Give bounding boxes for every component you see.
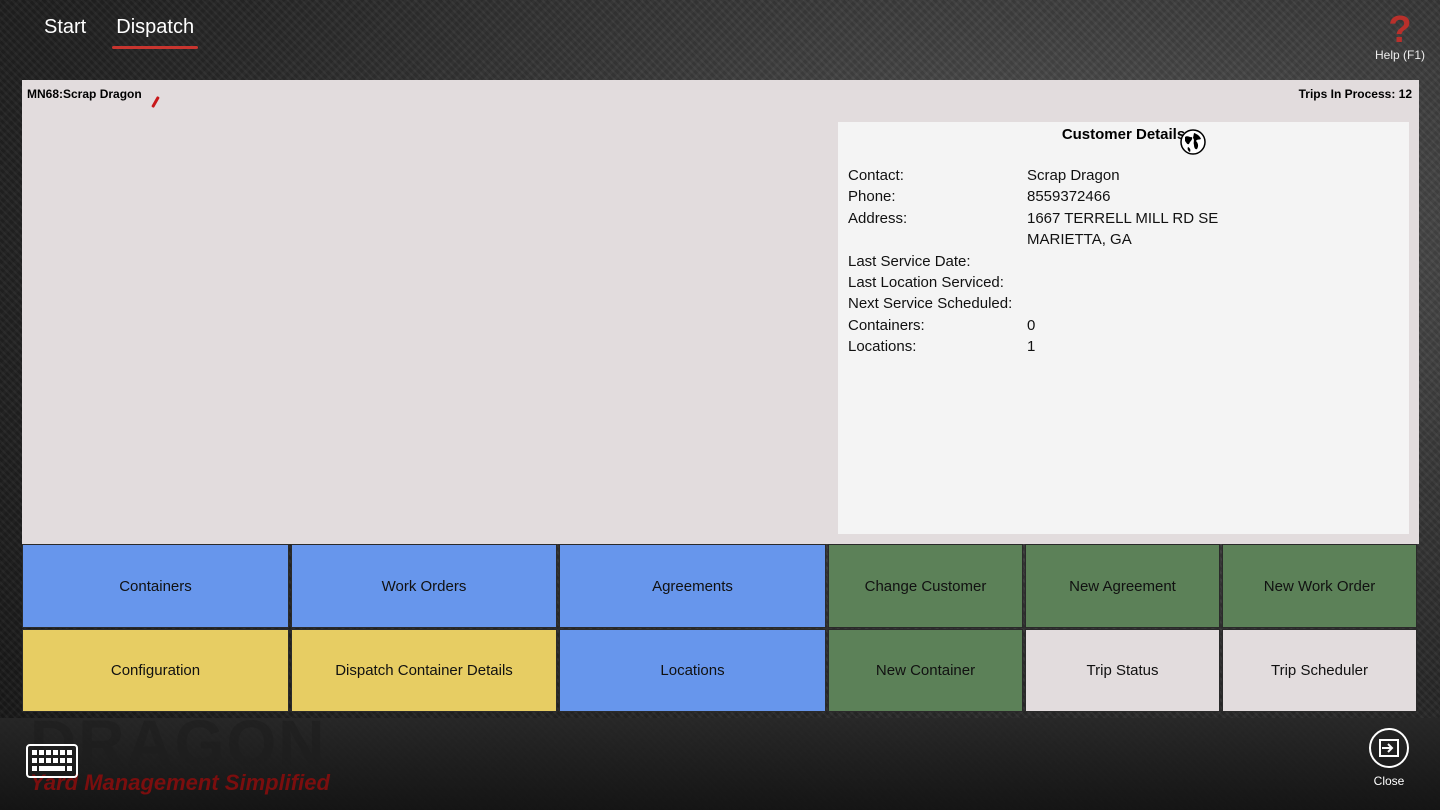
help-button[interactable]: ? Help (F1): [1374, 9, 1426, 62]
detail-row-address: Address: 1667 TERRELL MILL RD SE: [848, 208, 1218, 229]
trip-status-button[interactable]: Trip Status: [1025, 629, 1220, 712]
detail-value: Scrap Dragon: [1027, 167, 1120, 184]
detail-label: Phone:: [848, 188, 896, 206]
detail-label: [848, 229, 1027, 250]
detail-value: 8559372466: [1027, 188, 1111, 206]
customer-details-card: Customer Details Contact: Scrap Dragon P…: [838, 122, 1409, 534]
detail-value: 1: [1027, 338, 1036, 356]
detail-label: Contact:: [848, 167, 904, 184]
globe-icon[interactable]: [1180, 129, 1206, 155]
containers-button[interactable]: Containers: [22, 544, 289, 628]
bottom-bar: [0, 718, 1440, 810]
detail-row-containers: Containers: 0: [848, 315, 1218, 336]
detail-row-last-service-date: Last Service Date:: [848, 251, 1218, 272]
detail-row-contact: Contact: Scrap Dragon: [848, 165, 1218, 186]
help-question-icon: ?: [1388, 9, 1412, 51]
detail-row-locations: Locations: 1: [848, 336, 1218, 357]
trip-scheduler-button[interactable]: Trip Scheduler: [1222, 629, 1417, 712]
new-agreement-button[interactable]: New Agreement: [1025, 544, 1220, 628]
detail-row-phone: Phone: 8559372466: [848, 186, 1218, 207]
customer-name: MN68:Scrap Dragon: [27, 87, 142, 101]
tab-dispatch[interactable]: Dispatch: [112, 16, 198, 49]
action-tiles: Containers Work Orders Agreements Change…: [22, 544, 1418, 712]
detail-label: Locations:: [848, 338, 917, 356]
trips-in-process: Trips In Process: 12: [1298, 87, 1412, 101]
change-customer-button[interactable]: Change Customer: [828, 544, 1023, 628]
tab-start[interactable]: Start: [44, 16, 86, 47]
new-container-button[interactable]: New Container: [828, 629, 1023, 712]
dispatch-container-details-button[interactable]: Dispatch Container Details: [291, 629, 557, 712]
detail-value: MARIETTA, GA: [1027, 231, 1132, 249]
dispatch-panel: MN68:Scrap Dragon Trips In Process: 12 C…: [22, 80, 1419, 544]
new-work-order-button[interactable]: New Work Order: [1222, 544, 1417, 628]
work-orders-button[interactable]: Work Orders: [291, 544, 557, 628]
help-label: Help (F1): [1374, 48, 1425, 62]
locations-button[interactable]: Locations: [559, 629, 826, 712]
detail-row-next-service: Next Service Scheduled:: [848, 293, 1218, 314]
close-button[interactable]: Close: [1366, 728, 1412, 788]
close-label: Close: [1373, 774, 1405, 788]
detail-label: Address:: [848, 209, 908, 227]
keyboard-icon[interactable]: [26, 744, 78, 778]
detail-value: 1667 TERRELL MILL RD SE: [1027, 209, 1219, 227]
edit-pencil-icon[interactable]: [151, 96, 160, 108]
configuration-button[interactable]: Configuration: [22, 629, 289, 712]
detail-row-address-line2: MARIETTA, GA: [848, 229, 1218, 250]
exit-icon: [1369, 728, 1409, 768]
detail-value: 0: [1027, 316, 1036, 334]
detail-label: Containers:: [848, 316, 925, 334]
agreements-button[interactable]: Agreements: [559, 544, 826, 628]
customer-details-title: Customer Details: [1061, 126, 1186, 143]
top-nav: Start Dispatch: [44, 16, 198, 49]
detail-row-last-location: Last Location Serviced:: [848, 272, 1218, 293]
detail-label: Last Service Date:: [848, 252, 971, 270]
customer-details-rows: Contact: Scrap Dragon Phone: 8559372466 …: [848, 165, 1218, 358]
detail-label: Next Service Scheduled:: [848, 295, 1013, 313]
detail-label: Last Location Serviced:: [848, 274, 1004, 292]
